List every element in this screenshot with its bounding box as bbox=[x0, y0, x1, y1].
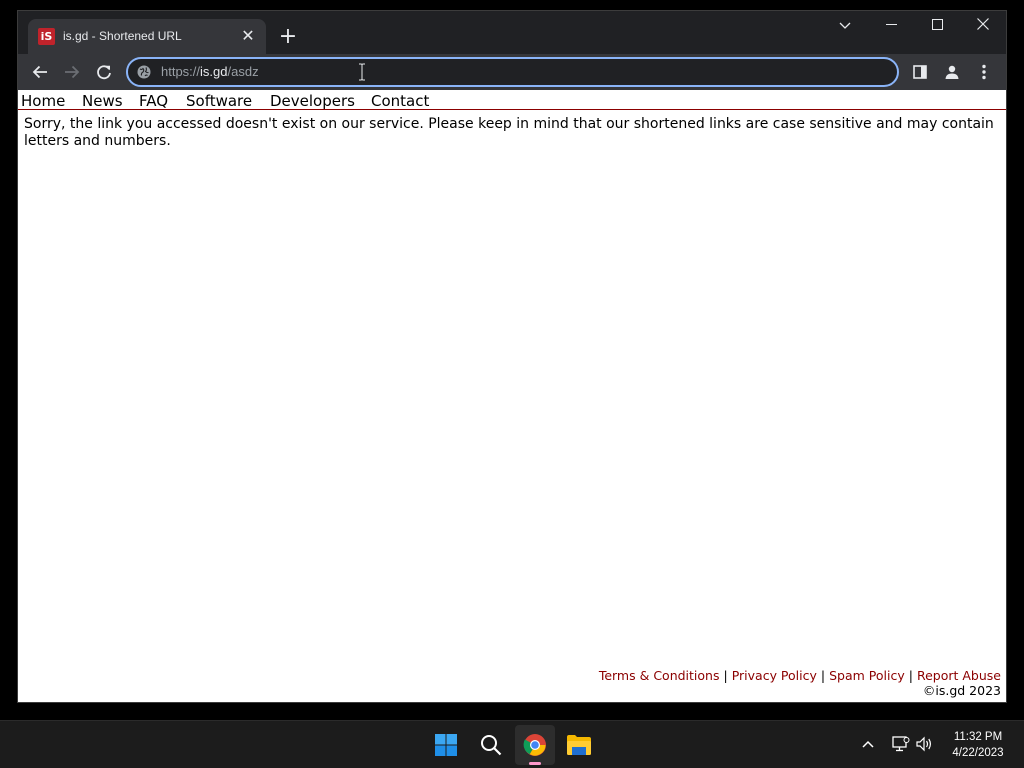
text-cursor-icon bbox=[359, 63, 365, 81]
footer-separator: | bbox=[723, 668, 728, 683]
taskbar-search-button[interactable] bbox=[471, 725, 511, 765]
reload-icon bbox=[97, 65, 111, 80]
side-panel-button[interactable] bbox=[906, 58, 934, 86]
maximize-button[interactable] bbox=[914, 11, 960, 41]
nav-link-contact[interactable]: Contact bbox=[371, 92, 429, 110]
desktop: iS is.gd - Shortened URL ✕ + https://is.… bbox=[0, 0, 1024, 720]
side-panel-icon bbox=[913, 65, 927, 79]
tab-title: is.gd - Shortened URL bbox=[63, 29, 182, 43]
page-footer: Terms & Conditions | Privacy Policy | Spam P… bbox=[599, 668, 1001, 698]
chrome-icon bbox=[523, 734, 546, 756]
footer-separator: | bbox=[820, 668, 826, 683]
url-path: /asdz bbox=[227, 64, 259, 79]
back-arrow-icon bbox=[32, 65, 47, 79]
chrome-menu-button[interactable] bbox=[970, 58, 998, 86]
forward-arrow-icon bbox=[65, 65, 80, 79]
taskbar: 11:32 PM 4/22/2023 bbox=[0, 720, 1024, 768]
browser-toolbar: https://is.gd/asdz bbox=[18, 54, 1006, 90]
tab-close-icon[interactable]: ✕ bbox=[238, 26, 258, 46]
reload-button[interactable] bbox=[90, 58, 118, 86]
url-host: is.gd bbox=[200, 64, 228, 79]
nav-link-news[interactable]: News bbox=[82, 92, 123, 110]
footer-separator: | bbox=[908, 668, 913, 683]
start-button[interactable] bbox=[426, 725, 466, 765]
url-scheme: https:// bbox=[161, 64, 201, 79]
network-icon[interactable] bbox=[892, 736, 910, 752]
globe-icon[interactable] bbox=[137, 65, 151, 79]
taskbar-clock[interactable]: 11:32 PM 4/22/2023 bbox=[945, 729, 1011, 761]
volume-icon[interactable] bbox=[916, 736, 934, 752]
tab-isgd[interactable]: iS is.gd - Shortened URL ✕ bbox=[28, 19, 266, 54]
folder-icon bbox=[567, 735, 591, 755]
nav-link-faq[interactable]: FAQ bbox=[139, 92, 168, 110]
address-url[interactable]: https://is.gd/asdz bbox=[161, 64, 259, 79]
windows-logo-icon bbox=[435, 734, 457, 756]
browser-window: iS is.gd - Shortened URL ✕ + https://is.… bbox=[17, 10, 1007, 703]
search-icon bbox=[481, 735, 502, 756]
show-hidden-icons-chevron-icon[interactable] bbox=[860, 736, 876, 752]
tab-search-chevron-icon[interactable] bbox=[822, 11, 868, 41]
footer-link-report-abuse[interactable]: Report Abuse bbox=[917, 668, 1001, 683]
tab-strip: iS is.gd - Shortened URL ✕ + bbox=[18, 11, 1006, 54]
nav-link-home[interactable]: Home bbox=[21, 92, 65, 110]
back-button[interactable] bbox=[26, 58, 54, 86]
error-message: Sorry, the link you accessed doesn't exi… bbox=[24, 116, 994, 149]
profile-icon bbox=[945, 65, 959, 79]
nav-link-software[interactable]: Software bbox=[186, 92, 252, 110]
new-tab-button[interactable]: + bbox=[276, 25, 300, 49]
clock-time: 11:32 PM bbox=[953, 731, 1003, 743]
web-page: Home News FAQ Software Developers Contac… bbox=[18, 90, 1006, 702]
footer-links: Terms & Conditions | Privacy Policy | Spam P… bbox=[599, 668, 1001, 683]
footer-link-terms[interactable]: Terms & Conditions bbox=[599, 668, 720, 683]
minimize-button[interactable] bbox=[868, 11, 914, 41]
footer-link-spam-policy[interactable]: Spam Policy bbox=[829, 668, 905, 683]
clock-date: 4/22/2023 bbox=[952, 747, 1004, 759]
active-app-indicator bbox=[529, 762, 541, 765]
kebab-menu-icon bbox=[982, 64, 986, 80]
close-window-button[interactable] bbox=[960, 11, 1006, 41]
copyright-text: ©is.gd 2023 bbox=[922, 683, 1001, 698]
taskbar-chrome-button[interactable] bbox=[515, 725, 555, 765]
address-bar[interactable]: https://is.gd/asdz bbox=[126, 57, 899, 87]
isgd-favicon-icon: iS bbox=[38, 28, 55, 45]
taskbar-file-explorer-button[interactable] bbox=[559, 725, 599, 765]
footer-link-privacy[interactable]: Privacy Policy bbox=[732, 668, 817, 683]
forward-button[interactable] bbox=[58, 58, 86, 86]
site-nav: Home News FAQ Software Developers Contac… bbox=[18, 90, 1006, 110]
profile-button[interactable] bbox=[938, 58, 966, 86]
nav-link-developers[interactable]: Developers bbox=[270, 92, 355, 110]
